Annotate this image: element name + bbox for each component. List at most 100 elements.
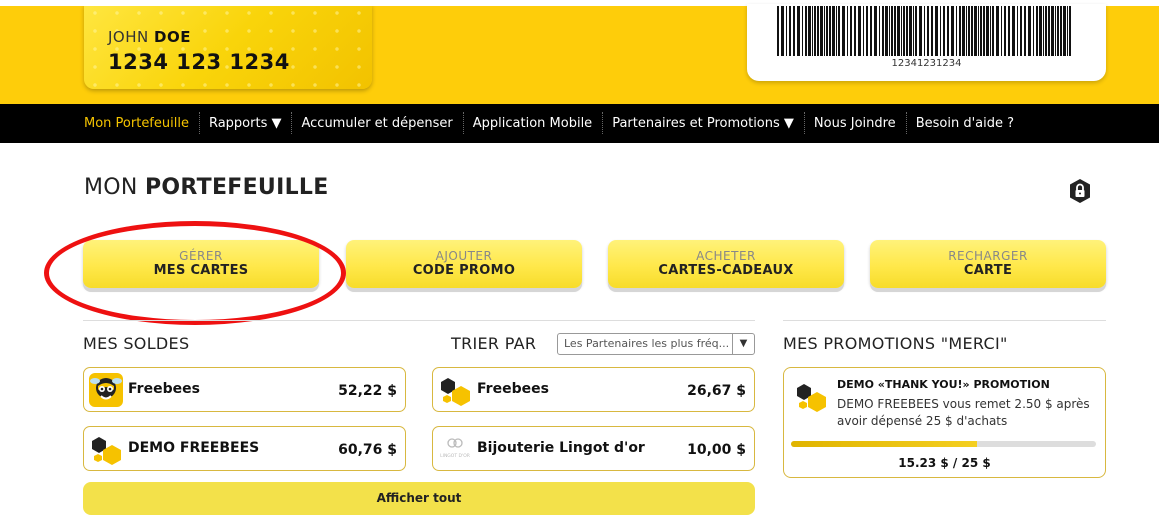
barcode-bar [1024,6,1026,56]
barcode-bar [832,6,835,56]
barcode-card: 12341231234 [747,4,1106,81]
action-line2: CARTE [963,263,1013,278]
nav-item-nous-joindre[interactable]: Nous Joindre [803,112,906,134]
barcode-bar [990,6,991,56]
barcode-bar [793,6,795,56]
barcode-bar [817,6,819,56]
partner-name: Freebees [477,381,549,397]
partner-amount: 26,67 $ [687,383,746,399]
barcode-bar [826,6,828,56]
lingot-dor-logo-text: LINGOT D'OR [440,453,470,459]
barcode-bar [1055,6,1056,56]
barcode-bar [836,6,837,56]
action-line1: ACHETER [696,249,756,263]
barcode-bar [879,6,880,56]
barcode-bar [824,6,825,56]
promotion-title: DEMO «THANK YOU!» PROMOTION [837,378,1050,391]
balance-name: DEMO FREEBEES [128,440,260,456]
barcode-bar [1004,6,1006,56]
barcode-bar [927,6,929,56]
barcode-bar [980,6,982,56]
nav-item-aide[interactable]: Besoin d'aide ? [905,112,1024,134]
barcode-bar [789,6,791,56]
lingot-dor-logo-mark-icon: LINGOT D'OR [440,438,470,459]
lock-icon[interactable] [1067,178,1093,204]
promotion-progress-text: 15.23 $ / 25 $ [898,456,991,470]
barcode-bar [802,6,803,56]
barcode-bar [909,6,912,56]
barcode-bar [901,6,902,56]
barcode-bar [1069,6,1071,56]
barcode-bar [962,6,965,56]
barcode-bar [1028,6,1031,56]
buy-gift-cards-button[interactable]: ACHETER CARTES-CADEAUX [608,240,844,288]
action-line1: GÉRER [179,249,223,263]
show-all-button[interactable]: Afficher tout [83,482,755,515]
barcode-bar [797,6,800,56]
barcode-bar [1048,6,1050,56]
barcode-bar [951,6,954,56]
nav-item-application-mobile[interactable]: Application Mobile [462,112,602,134]
barcode-bar [814,6,816,56]
barcode-bar [781,6,784,56]
barcode-bar [906,6,908,56]
barcode-bar [874,6,877,56]
reload-card-button[interactable]: RECHARGER CARTE [870,240,1106,288]
barcode-bar [885,6,888,56]
barcode-bar [1043,6,1044,56]
page-title: MON PORTEFEUILLE [84,175,329,200]
barcode-bar [1008,6,1010,56]
nav-item-portefeuille[interactable]: Mon Portefeuille [74,116,199,131]
barcode-bar [777,6,779,56]
freebees-bee-logo-icon [89,373,123,407]
barcode-bar [858,6,861,56]
barcode-bar [940,6,941,56]
barcode-bar [863,6,864,56]
promotion-card[interactable]: DEMO «THANK YOU!» PROMOTION DEMO FREEBEE… [783,367,1106,478]
barcode-bar [805,6,807,56]
member-last-name: DOE [154,28,191,46]
barcode-bar [903,6,905,56]
barcode-bar [1036,6,1038,56]
barcode-bar [947,6,949,56]
barcode-bar [1033,6,1034,56]
promotion-progress-bar [791,441,1096,447]
balance-card-demo-freebees[interactable]: DEMO FREEBEES 60,76 $ [83,426,406,471]
barcode-bar [897,6,900,56]
barcode-bar [866,6,868,56]
barcode-bar [935,6,938,56]
balance-card-freebees[interactable]: Freebees 52,22 $ [83,367,406,412]
sort-title: TRIER PAR [451,334,537,353]
barcode-bar [915,6,917,56]
balance-amount: 60,76 $ [338,442,397,458]
barcode-bar [842,6,845,56]
action-line2: MES CARTES [153,263,249,278]
sorted-card-bijouterie[interactable]: LINGOT D'OR Bijouterie Lingot d'or 10,00… [432,426,755,471]
balances-title: MES SOLDES [83,334,190,353]
barcode-bar [1060,6,1062,56]
barcode-bar [870,6,872,56]
partner-name: Bijouterie Lingot d'or [477,440,645,456]
nav-item-partenaires[interactable]: Partenaires et Promotions ▼ [602,112,804,134]
balance-name: Freebees [128,381,200,397]
barcode-bar [968,6,970,56]
nav-item-accumuler[interactable]: Accumuler et dépenser [291,112,462,134]
barcode-bar [891,6,893,56]
barcode-bar [913,6,914,56]
barcode-bar [786,6,787,56]
action-line2: CARTES-CADEAUX [658,263,794,278]
nav-item-rapports[interactable]: Rapports ▼ [198,112,292,134]
promotion-progress-fill [791,441,977,447]
barcode-bar [978,6,979,56]
sorted-card-freebees[interactable]: Freebees 26,67 $ [432,367,755,412]
barcode-bar [959,6,961,56]
hexagon-logo-icon [797,384,826,412]
manage-cards-button[interactable]: GÉRER MES CARTES [83,240,319,288]
add-promo-code-button[interactable]: AJOUTER CODE PROMO [346,240,582,288]
barcode-bar [992,6,994,56]
sort-select[interactable]: Les Partenaires les plus fréq... ▼ [557,333,755,355]
promotions-title: MES PROMOTIONS "MERCI" [783,334,1008,353]
hexagon-logo-icon [92,437,121,465]
barcode-bar [847,6,848,56]
partner-amount: 10,00 $ [687,442,746,458]
